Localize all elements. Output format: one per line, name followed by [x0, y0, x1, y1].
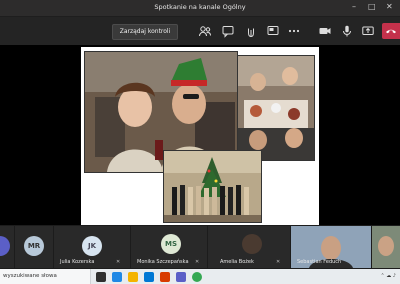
- system-tray[interactable]: ⌃ ☁ ♪: [380, 273, 396, 279]
- mic-off-icon: ✕: [116, 259, 121, 265]
- taskbar: wyszukiwane słowa ⌃ ☁ ♪: [0, 269, 400, 284]
- participant-video-tile[interactable]: [372, 226, 400, 268]
- close-button[interactable]: ✕: [386, 2, 393, 11]
- avatar: [242, 234, 262, 254]
- chrome-icon[interactable]: [192, 272, 202, 282]
- share-tray-icon[interactable]: [361, 24, 375, 38]
- search-placeholder: wyszukiwane słowa: [3, 273, 57, 279]
- avatar: [0, 236, 10, 256]
- taskbar-search[interactable]: wyszukiwane słowa: [0, 269, 91, 284]
- reaction-icon[interactable]: [244, 24, 258, 38]
- participant-name: Amelia Bożek: [220, 259, 254, 265]
- window-title: Spotkanie na kanale Ogólny: [154, 3, 246, 11]
- more-icon[interactable]: [287, 24, 301, 38]
- leave-button[interactable]: [382, 23, 400, 39]
- avatar: JK: [82, 236, 102, 256]
- share-icon[interactable]: [266, 24, 280, 38]
- avatar: MR: [24, 236, 44, 256]
- title-bar: Spotkanie na kanale Ogólny – □ ✕: [0, 0, 400, 17]
- office-icon[interactable]: [160, 272, 170, 282]
- shared-content-stage: [0, 45, 400, 225]
- store-icon[interactable]: [144, 272, 154, 282]
- teams-icon[interactable]: [176, 272, 186, 282]
- participant-name: Monika Szczepańska: [137, 259, 189, 265]
- participant-video-tile[interactable]: Sebastian Feduch: [291, 226, 372, 268]
- manage-controls-button[interactable]: Zarządaj kontroli: [112, 24, 178, 40]
- participant-name: Sebastian Feduch: [297, 259, 342, 265]
- participant-tile[interactable]: MS Monika Szczepańska ✕: [131, 226, 208, 268]
- participant-strip: MR JK Julia Kozerska ✕ MS Monika Szczepa…: [0, 225, 400, 269]
- explorer-icon[interactable]: [128, 272, 138, 282]
- chat-icon[interactable]: [221, 24, 235, 38]
- shared-slide: [81, 47, 319, 225]
- minimize-button[interactable]: –: [352, 2, 356, 11]
- camera-icon[interactable]: [318, 24, 332, 38]
- participant-name: Julia Kozerska: [60, 259, 95, 265]
- people-icon[interactable]: [198, 24, 212, 38]
- edge-icon[interactable]: [112, 272, 122, 282]
- mic-icon[interactable]: [340, 24, 354, 38]
- participant-tile[interactable]: Amelia Bożek ✕: [208, 226, 291, 268]
- participant-tile[interactable]: JK Julia Kozerska ✕: [54, 226, 131, 268]
- participant-video: [372, 226, 400, 268]
- participant-tile[interactable]: [0, 226, 15, 268]
- avatar: MS: [161, 234, 181, 254]
- meeting-toolbar: Zarządaj kontroli: [0, 17, 400, 45]
- dinner-photo: [237, 55, 315, 161]
- task-view-icon[interactable]: [96, 272, 106, 282]
- group-photo: [163, 150, 262, 223]
- mic-off-icon: ✕: [276, 259, 281, 265]
- maximize-button[interactable]: □: [368, 2, 376, 11]
- hangup-icon: [386, 29, 396, 34]
- participant-tile[interactable]: MR: [15, 226, 54, 268]
- mic-off-icon: ✕: [195, 259, 200, 265]
